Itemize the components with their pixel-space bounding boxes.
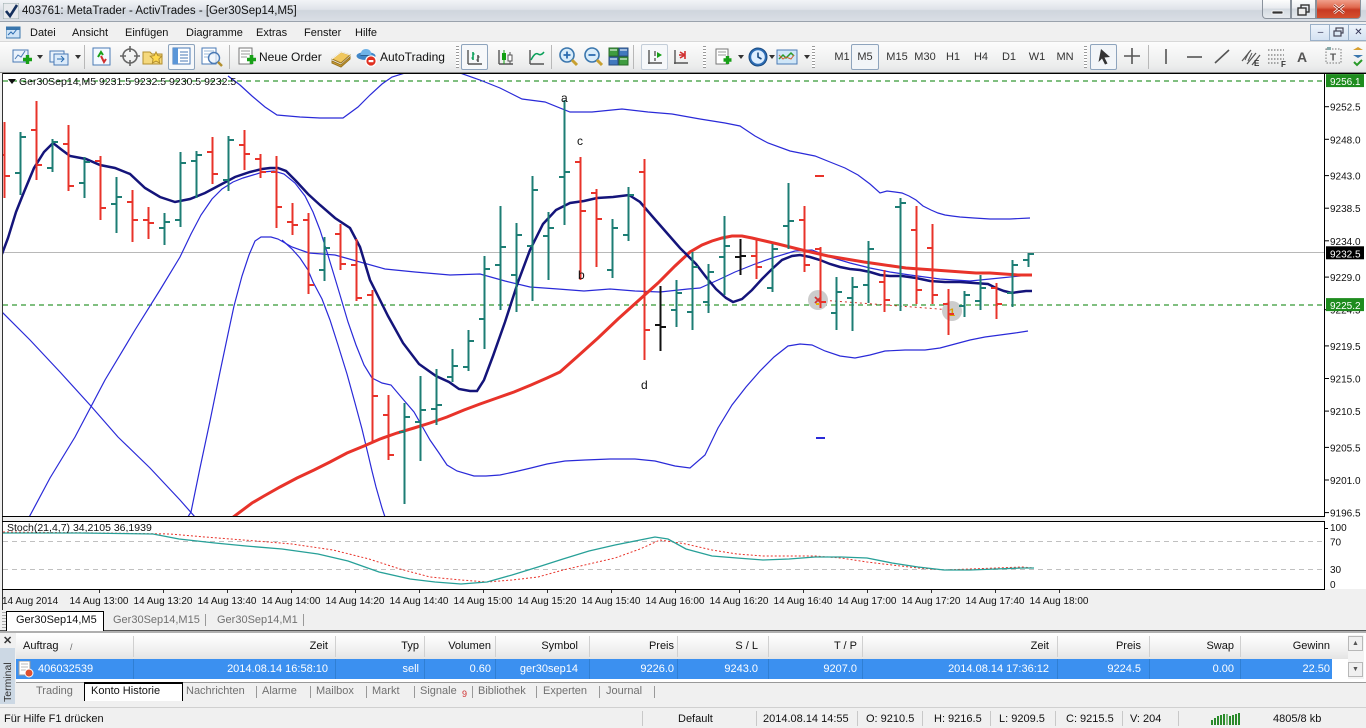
svg-text:14 Aug 17:00: 14 Aug 17:00	[838, 596, 897, 607]
svg-text:14 Aug 15:40: 14 Aug 15:40	[582, 596, 641, 607]
svg-text:9205.5: 9205.5	[1330, 443, 1361, 454]
svg-text:9229.0: 9229.0	[1330, 273, 1361, 284]
svg-text:14 Aug 14:40: 14 Aug 14:40	[390, 596, 449, 607]
svg-text:14 Aug 16:20: 14 Aug 16:20	[710, 596, 769, 607]
svg-text:70: 70	[1330, 538, 1342, 549]
svg-text:14 Aug 16:40: 14 Aug 16:40	[774, 596, 833, 607]
svg-text:a: a	[561, 91, 568, 105]
svg-text:14 Aug 17:40: 14 Aug 17:40	[966, 596, 1025, 607]
svg-text:9210.5: 9210.5	[1330, 407, 1361, 418]
svg-text:14 Aug 13:00: 14 Aug 13:00	[70, 596, 129, 607]
svg-text:14 Aug 14:20: 14 Aug 14:20	[326, 596, 385, 607]
svg-text:14 Aug 15:20: 14 Aug 15:20	[518, 596, 577, 607]
svg-text:9232.5: 9232.5	[1330, 249, 1361, 260]
svg-text:14 Aug 2014: 14 Aug 2014	[2, 596, 59, 607]
svg-text:9238.5: 9238.5	[1330, 204, 1361, 215]
svg-text:14 Aug 16:00: 14 Aug 16:00	[646, 596, 705, 607]
svg-text:30: 30	[1330, 565, 1342, 576]
svg-text:14 Aug 18:00: 14 Aug 18:00	[1030, 596, 1089, 607]
svg-text:0: 0	[1330, 580, 1336, 591]
svg-text:9215.0: 9215.0	[1330, 375, 1361, 386]
svg-text:14 Aug 13:40: 14 Aug 13:40	[198, 596, 257, 607]
svg-text:14 Aug 15:00: 14 Aug 15:00	[454, 596, 513, 607]
svg-text:Ger30Sep14,M5 9231.5 9232.5 9: Ger30Sep14,M5 9231.5 9232.5 9230.5 9232.…	[19, 76, 236, 88]
svg-text:9201.0: 9201.0	[1330, 476, 1361, 487]
svg-text:9248.0: 9248.0	[1330, 135, 1361, 146]
svg-text:Stoch(21,4,7) 34,2105 36,1939: Stoch(21,4,7) 34,2105 36,1939	[7, 522, 152, 534]
svg-text:9252.5: 9252.5	[1330, 103, 1361, 114]
svg-text:9225.2: 9225.2	[1330, 301, 1361, 312]
svg-text:9234.0: 9234.0	[1330, 237, 1361, 248]
svg-text:9196.5: 9196.5	[1330, 509, 1361, 520]
svg-text:14 Aug 14:00: 14 Aug 14:00	[262, 596, 321, 607]
svg-text:9219.5: 9219.5	[1330, 342, 1361, 353]
svg-text:b: b	[578, 268, 585, 282]
svg-text:14 Aug 17:20: 14 Aug 17:20	[902, 596, 961, 607]
svg-text:100: 100	[1330, 523, 1347, 534]
svg-text:14 Aug 13:20: 14 Aug 13:20	[134, 596, 193, 607]
svg-text:d: d	[641, 378, 648, 392]
svg-text:9243.0: 9243.0	[1330, 172, 1361, 183]
svg-text:9256.1: 9256.1	[1330, 77, 1361, 88]
svg-text:c: c	[577, 134, 583, 148]
